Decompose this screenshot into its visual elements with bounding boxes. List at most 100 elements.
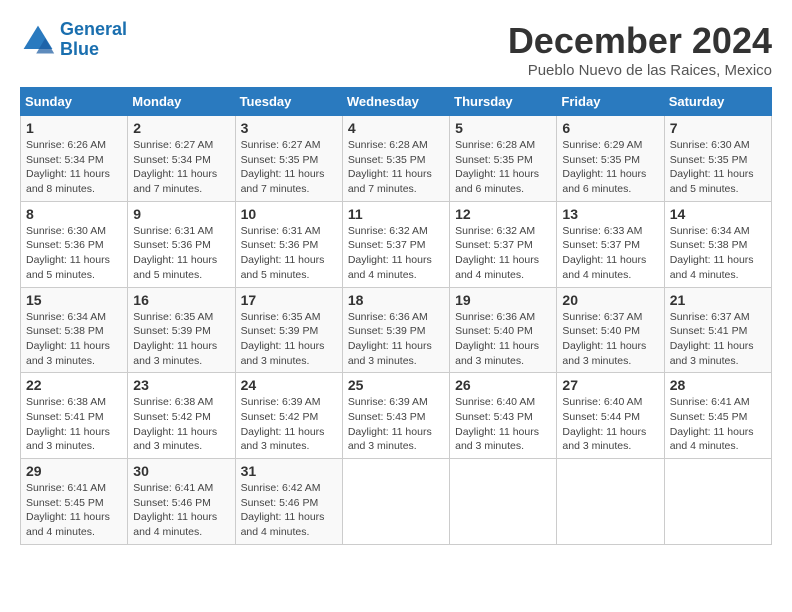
day-number: 2	[133, 120, 229, 136]
day-detail: Sunrise: 6:39 AMSunset: 5:43 PMDaylight:…	[348, 395, 444, 454]
col-header-thursday: Thursday	[450, 88, 557, 116]
day-number: 17	[241, 292, 337, 308]
day-number: 4	[348, 120, 444, 136]
day-detail: Sunrise: 6:41 AMSunset: 5:46 PMDaylight:…	[133, 481, 229, 540]
calendar-cell: 5 Sunrise: 6:28 AMSunset: 5:35 PMDaylight…	[450, 116, 557, 202]
day-number: 19	[455, 292, 551, 308]
day-number: 20	[562, 292, 658, 308]
day-number: 6	[562, 120, 658, 136]
calendar-cell	[664, 459, 771, 545]
calendar-cell: 1 Sunrise: 6:26 AMSunset: 5:34 PMDaylight…	[21, 116, 128, 202]
day-detail: Sunrise: 6:35 AMSunset: 5:39 PMDaylight:…	[241, 310, 337, 369]
calendar-cell	[450, 459, 557, 545]
calendar-cell: 13Sunrise: 6:33 AMSunset: 5:37 PMDayligh…	[557, 201, 664, 287]
calendar-cell: 15 Sunrise: 6:34 AMSunset: 5:38 PMDayligh…	[21, 287, 128, 373]
day-number: 9	[133, 206, 229, 222]
calendar-cell	[342, 459, 449, 545]
day-detail: Sunrise: 6:40 AMSunset: 5:43 PMDaylight:…	[455, 395, 551, 454]
day-number: 27	[562, 377, 658, 393]
day-detail: Sunrise: 6:41 AMSunset: 5:45 PMDaylight:…	[670, 395, 766, 454]
day-number: 5	[455, 120, 551, 136]
calendar-cell: 19 Sunrise: 6:36 AMSunset: 5:40 PMDayligh…	[450, 287, 557, 373]
title-block: December 2024 Pueblo Nuevo de las Raices…	[508, 20, 772, 79]
day-detail: Sunrise: 6:30 AMSunset: 5:36 PMDaylight:…	[26, 224, 122, 283]
logo-text: General Blue	[60, 20, 127, 60]
day-number: 7	[670, 120, 766, 136]
day-detail: Sunrise: 6:34 AMSunset: 5:38 PMDaylight:…	[26, 310, 122, 369]
calendar-cell: 26Sunrise: 6:40 AMSunset: 5:43 PMDayligh…	[450, 373, 557, 459]
header-row: SundayMondayTuesdayWednesdayThursdayFrid…	[21, 88, 772, 116]
day-detail: Sunrise: 6:39 AMSunset: 5:42 PMDaylight:…	[241, 395, 337, 454]
calendar-cell: 27 Sunrise: 6:40 AMSunset: 5:44 PMDayligh…	[557, 373, 664, 459]
day-detail: Sunrise: 6:28 AMSunset: 5:35 PMDaylight:…	[455, 138, 551, 197]
day-number: 18	[348, 292, 444, 308]
day-detail: Sunrise: 6:37 AMSunset: 5:41 PMDaylight:…	[670, 310, 766, 369]
day-detail: Sunrise: 6:38 AMSunset: 5:42 PMDaylight:…	[133, 395, 229, 454]
day-detail: Sunrise: 6:42 AMSunset: 5:46 PMDaylight:…	[241, 481, 337, 540]
location: Pueblo Nuevo de las Raices, Mexico	[508, 62, 772, 79]
day-number: 14	[670, 206, 766, 222]
calendar-cell: 3 Sunrise: 6:27 AMSunset: 5:35 PMDaylight…	[235, 116, 342, 202]
day-detail: Sunrise: 6:36 AMSunset: 5:40 PMDaylight:…	[455, 310, 551, 369]
day-detail: Sunrise: 6:26 AMSunset: 5:34 PMDaylight:…	[26, 138, 122, 197]
calendar-cell: 12Sunrise: 6:32 AMSunset: 5:37 PMDayligh…	[450, 201, 557, 287]
calendar-cell: 22 Sunrise: 6:38 AMSunset: 5:41 PMDayligh…	[21, 373, 128, 459]
calendar-cell: 8 Sunrise: 6:30 AMSunset: 5:36 PMDaylight…	[21, 201, 128, 287]
day-number: 22	[26, 377, 122, 393]
calendar-cell: 17 Sunrise: 6:35 AMSunset: 5:39 PMDayligh…	[235, 287, 342, 373]
day-number: 16	[133, 292, 229, 308]
col-header-saturday: Saturday	[664, 88, 771, 116]
day-number: 10	[241, 206, 337, 222]
calendar-cell: 11Sunrise: 6:32 AMSunset: 5:37 PMDayligh…	[342, 201, 449, 287]
day-detail: Sunrise: 6:31 AMSunset: 5:36 PMDaylight:…	[241, 224, 337, 283]
day-detail: Sunrise: 6:28 AMSunset: 5:35 PMDaylight:…	[348, 138, 444, 197]
day-number: 23	[133, 377, 229, 393]
calendar-cell: 21 Sunrise: 6:37 AMSunset: 5:41 PMDayligh…	[664, 287, 771, 373]
day-number: 30	[133, 463, 229, 479]
week-row-4: 22 Sunrise: 6:38 AMSunset: 5:41 PMDayligh…	[21, 373, 772, 459]
day-detail: Sunrise: 6:35 AMSunset: 5:39 PMDaylight:…	[133, 310, 229, 369]
calendar-cell: 24 Sunrise: 6:39 AMSunset: 5:42 PMDayligh…	[235, 373, 342, 459]
day-number: 3	[241, 120, 337, 136]
logo-line1: General	[60, 19, 127, 39]
day-number: 12	[455, 206, 551, 222]
day-detail: Sunrise: 6:40 AMSunset: 5:44 PMDaylight:…	[562, 395, 658, 454]
calendar-cell	[557, 459, 664, 545]
week-row-3: 15 Sunrise: 6:34 AMSunset: 5:38 PMDayligh…	[21, 287, 772, 373]
calendar-cell: 4 Sunrise: 6:28 AMSunset: 5:35 PMDaylight…	[342, 116, 449, 202]
day-detail: Sunrise: 6:27 AMSunset: 5:35 PMDaylight:…	[241, 138, 337, 197]
day-number: 29	[26, 463, 122, 479]
logo: General Blue	[20, 20, 127, 60]
day-number: 1	[26, 120, 122, 136]
day-detail: Sunrise: 6:36 AMSunset: 5:39 PMDaylight:…	[348, 310, 444, 369]
week-row-5: 29Sunrise: 6:41 AMSunset: 5:45 PMDayligh…	[21, 459, 772, 545]
day-number: 24	[241, 377, 337, 393]
calendar-cell: 6 Sunrise: 6:29 AMSunset: 5:35 PMDaylight…	[557, 116, 664, 202]
calendar-cell: 10 Sunrise: 6:31 AMSunset: 5:36 PMDayligh…	[235, 201, 342, 287]
day-number: 31	[241, 463, 337, 479]
day-number: 21	[670, 292, 766, 308]
calendar-table: SundayMondayTuesdayWednesdayThursdayFrid…	[20, 87, 772, 545]
day-number: 15	[26, 292, 122, 308]
day-detail: Sunrise: 6:38 AMSunset: 5:41 PMDaylight:…	[26, 395, 122, 454]
calendar-cell: 28Sunrise: 6:41 AMSunset: 5:45 PMDayligh…	[664, 373, 771, 459]
calendar-cell: 31 Sunrise: 6:42 AMSunset: 5:46 PMDayligh…	[235, 459, 342, 545]
day-detail: Sunrise: 6:31 AMSunset: 5:36 PMDaylight:…	[133, 224, 229, 283]
day-detail: Sunrise: 6:33 AMSunset: 5:37 PMDaylight:…	[562, 224, 658, 283]
calendar-cell: 7Sunrise: 6:30 AMSunset: 5:35 PMDaylight…	[664, 116, 771, 202]
logo-line2: Blue	[60, 39, 99, 59]
calendar-cell: 25 Sunrise: 6:39 AMSunset: 5:43 PMDayligh…	[342, 373, 449, 459]
calendar-cell: 29Sunrise: 6:41 AMSunset: 5:45 PMDayligh…	[21, 459, 128, 545]
week-row-2: 8 Sunrise: 6:30 AMSunset: 5:36 PMDaylight…	[21, 201, 772, 287]
day-number: 25	[348, 377, 444, 393]
col-header-tuesday: Tuesday	[235, 88, 342, 116]
calendar-cell: 9 Sunrise: 6:31 AMSunset: 5:36 PMDaylight…	[128, 201, 235, 287]
day-number: 8	[26, 206, 122, 222]
calendar-cell: 18 Sunrise: 6:36 AMSunset: 5:39 PMDayligh…	[342, 287, 449, 373]
day-detail: Sunrise: 6:29 AMSunset: 5:35 PMDaylight:…	[562, 138, 658, 197]
day-detail: Sunrise: 6:32 AMSunset: 5:37 PMDaylight:…	[348, 224, 444, 283]
calendar-cell: 20Sunrise: 6:37 AMSunset: 5:40 PMDayligh…	[557, 287, 664, 373]
week-row-1: 1 Sunrise: 6:26 AMSunset: 5:34 PMDaylight…	[21, 116, 772, 202]
page-header: General Blue December 2024 Pueblo Nuevo …	[20, 20, 772, 79]
col-header-wednesday: Wednesday	[342, 88, 449, 116]
